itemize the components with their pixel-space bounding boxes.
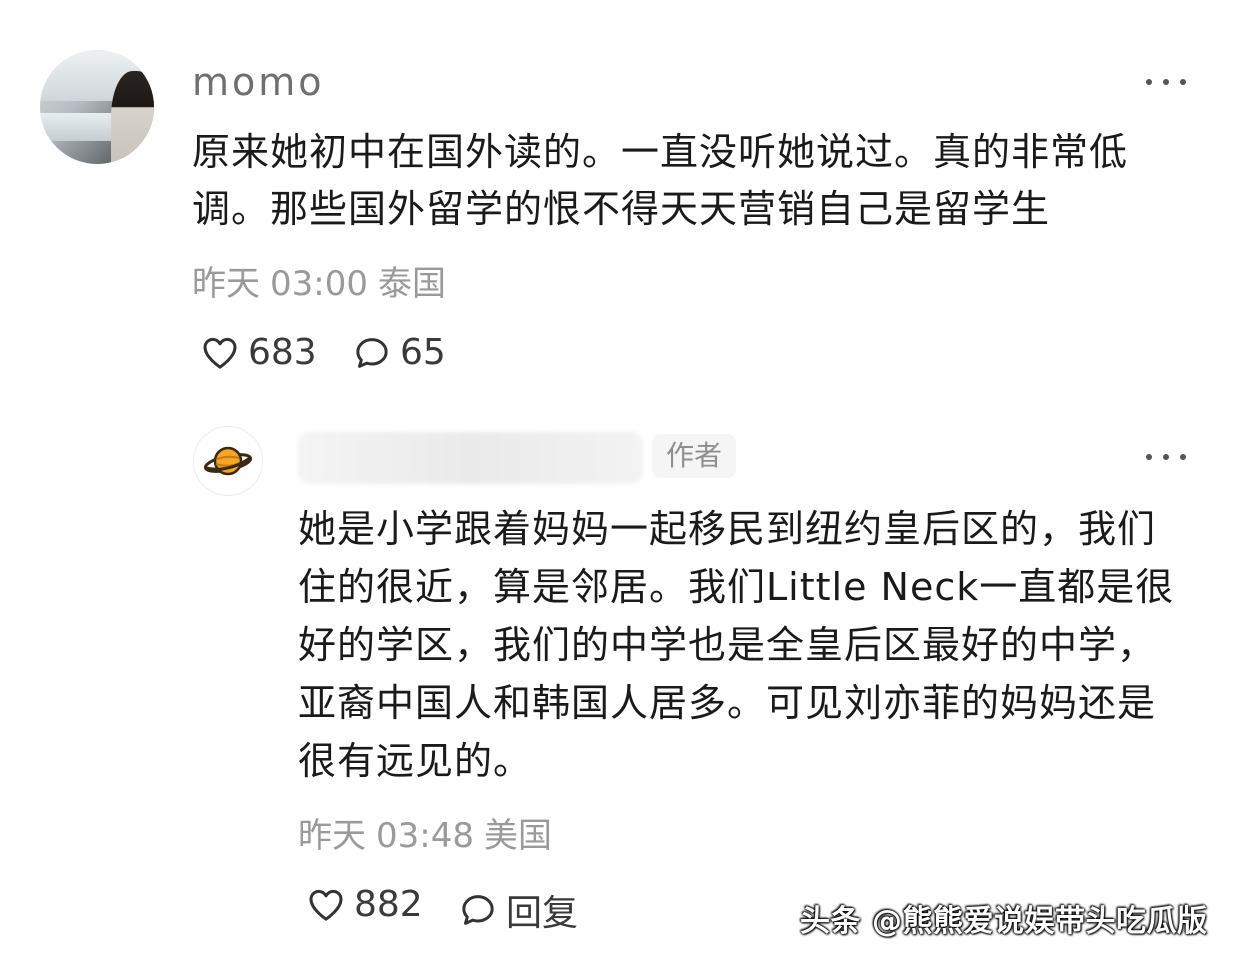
reply-label: 回复	[506, 893, 579, 934]
reply-like-count: 882	[354, 884, 423, 925]
more-horizontal-icon[interactable]	[1146, 447, 1186, 467]
comment-text: 原来她初中在国外读的。一直没听她说过。真的非常低调。那些国外留学的恨不得天天营销…	[192, 130, 1129, 231]
comment-location: 泰国	[377, 264, 446, 304]
planet-icon	[203, 446, 253, 476]
reply-like-button[interactable]: 882	[306, 884, 423, 925]
watermark: 头条 @熊熊爱说娱带头吃瓜版	[800, 904, 1208, 939]
comment-time: 03:00	[270, 264, 368, 304]
reply-meta: 昨天 03:48 美国	[298, 814, 562, 858]
comment-reply-button[interactable]: 65	[352, 332, 446, 373]
comment-like-button[interactable]: 683	[200, 332, 317, 373]
comment-like-count: 683	[248, 332, 317, 373]
author-badge: 作者	[652, 434, 737, 478]
reply-time: 03:48	[376, 816, 474, 856]
reply-date: 昨天	[298, 816, 366, 856]
more-horizontal-icon[interactable]	[1146, 72, 1186, 92]
heart-icon	[309, 889, 343, 921]
reply-reply-button[interactable]: 回复	[458, 884, 578, 936]
comment-username[interactable]: momo	[192, 56, 325, 108]
commenter-avatar[interactable]	[40, 50, 154, 164]
comment-bubble-icon	[356, 337, 388, 368]
heart-icon	[203, 337, 237, 369]
reply-text: 她是小学跟着妈妈一起移民到纽约皇后区的，我们住的很近，算是邻居。我们Little…	[298, 507, 1175, 783]
comment-reply-count: 65	[400, 332, 446, 373]
reply-avatar[interactable]	[193, 426, 263, 496]
reply-username-blurred[interactable]	[298, 432, 643, 484]
comment-date: 昨天	[192, 264, 260, 304]
reply-location: 美国	[483, 816, 552, 856]
comment-meta: 昨天 03:00 泰国	[192, 262, 456, 306]
comment-bubble-icon	[462, 895, 494, 925]
